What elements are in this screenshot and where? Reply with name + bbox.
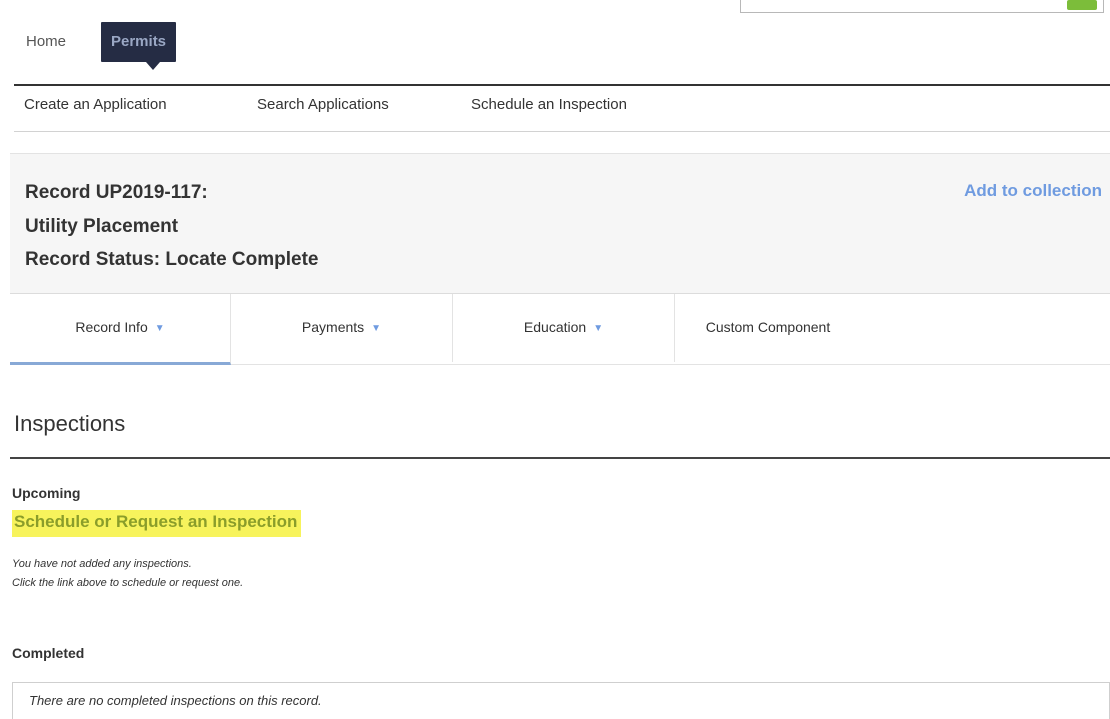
search-applications-link[interactable]: Search Applications bbox=[257, 96, 389, 113]
record-tabs: Record Info ▼ Payments ▼ Education ▼ Custom… bbox=[10, 293, 1110, 365]
upcoming-label: Upcoming bbox=[12, 485, 81, 501]
tab-label: Payments bbox=[301, 319, 365, 335]
nav-permits-tab[interactable]: Permits bbox=[101, 22, 177, 70]
subnav-divider bbox=[14, 131, 1110, 132]
caret-down-icon: ▼ bbox=[154, 323, 165, 334]
create-application-link[interactable]: Create an Application bbox=[24, 96, 167, 113]
tab-label: Record Info bbox=[75, 319, 148, 335]
tab-education[interactable]: Education ▼ bbox=[453, 294, 675, 362]
tab-label: Custom Component bbox=[705, 319, 831, 335]
record-status: Record Status: Locate Complete bbox=[25, 249, 319, 270]
record-type: Utility Placement bbox=[25, 216, 179, 237]
schedule-request-inspection-link[interactable]: Schedule or Request an Inspection bbox=[12, 510, 302, 537]
tab-label: Education bbox=[523, 319, 587, 335]
tab-payments[interactable]: Payments ▼ bbox=[231, 294, 453, 362]
nav-home-link[interactable]: Home bbox=[26, 22, 66, 62]
search-box[interactable] bbox=[740, 0, 1104, 13]
empty-note-line-2: Click the link above to schedule or requ… bbox=[12, 577, 244, 589]
record-header: Record UP2019-117: Utility Placement Rec… bbox=[10, 153, 1110, 294]
schedule-inspection-link[interactable]: Schedule an Inspection bbox=[471, 96, 627, 113]
caret-down-icon: ▼ bbox=[593, 323, 604, 334]
record-id: Record UP2019-117: bbox=[25, 182, 208, 203]
completed-inspections-box: There are no completed inspections on th… bbox=[12, 682, 1110, 719]
inspections-heading: Inspections bbox=[14, 411, 126, 436]
tab-record-info[interactable]: Record Info ▼ bbox=[10, 294, 231, 365]
add-to-collection-link[interactable]: Add to collection bbox=[964, 181, 1102, 201]
caret-down-icon: ▼ bbox=[371, 323, 382, 334]
empty-note-line-1: You have not added any inspections. bbox=[12, 558, 192, 570]
tab-custom-component[interactable]: Custom Component bbox=[675, 294, 861, 362]
completed-empty-message: There are no completed inspections on th… bbox=[29, 693, 322, 708]
nav-divider bbox=[14, 84, 1110, 86]
page: Home Permits Create an Application Searc… bbox=[0, 0, 1110, 719]
completed-label: Completed bbox=[12, 645, 85, 661]
search-button[interactable] bbox=[1067, 0, 1097, 10]
section-divider bbox=[10, 457, 1110, 459]
